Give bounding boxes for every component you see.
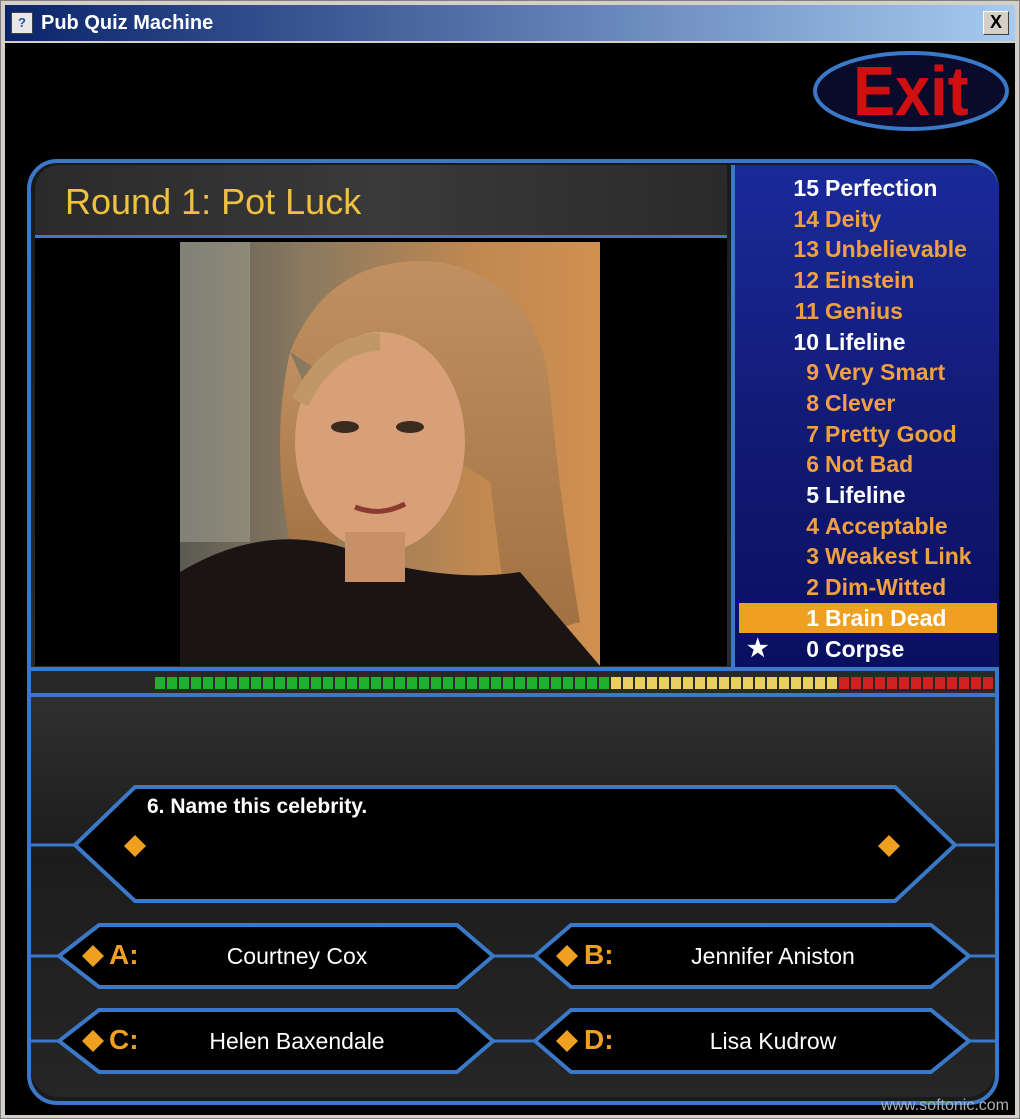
answer-d-text[interactable]: Lisa Kudrow <box>643 1028 903 1055</box>
answer-b-text[interactable]: Jennifer Aniston <box>643 943 903 970</box>
app-icon: ? <box>11 12 33 34</box>
app-window: ? Pub Quiz Machine X Exit Round 1: Pot L… <box>0 0 1020 1119</box>
answer-c-letter[interactable]: C: <box>109 1024 139 1056</box>
answer-d-letter[interactable]: D: <box>584 1024 614 1056</box>
quiz-stage: Exit Round 1: Pot Luck 15 Perfection 14 … <box>5 43 1015 1115</box>
title-bar[interactable]: ? Pub Quiz Machine X <box>5 5 1015 41</box>
window-title: Pub Quiz Machine <box>41 12 214 34</box>
close-button[interactable]: X <box>983 11 1009 35</box>
answer-c-text[interactable]: Helen Baxendale <box>167 1028 427 1055</box>
answer-a-letter[interactable]: A: <box>109 939 139 971</box>
answer-b-letter[interactable]: B: <box>584 939 614 971</box>
question-text: 6. Name this celebrity. <box>147 795 368 818</box>
answer-a-text[interactable]: Courtney Cox <box>167 943 427 970</box>
watermark: www.softonic.com <box>880 1097 1009 1114</box>
